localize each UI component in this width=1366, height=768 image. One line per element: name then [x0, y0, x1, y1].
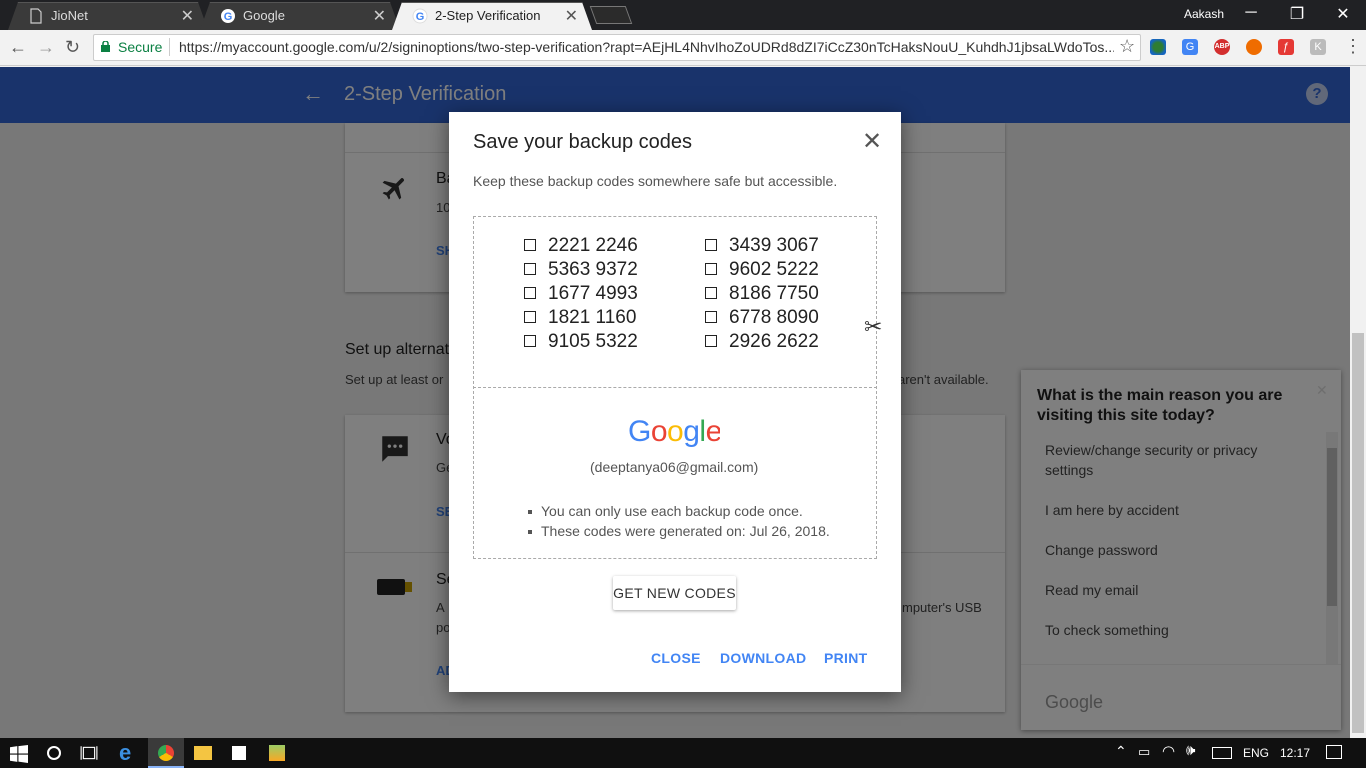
- checkbox-icon: [705, 239, 717, 251]
- account-email: (deeptanya06@gmail.com): [590, 459, 759, 475]
- close-icon[interactable]: ✕: [862, 127, 882, 156]
- backup-code: 9105 5322: [524, 331, 638, 353]
- backup-code: 3439 3067: [705, 235, 819, 257]
- checkbox-icon: [524, 239, 536, 251]
- backup-code: 1677 4993: [524, 283, 638, 305]
- tray-expand-icon[interactable]: ⌃: [1115, 743, 1127, 760]
- tab-2-step-verification[interactable]: G 2-Step Verification ✕: [392, 2, 592, 30]
- page-scroll-thumb[interactable]: [1352, 333, 1364, 733]
- dialog-title: Save your backup codes: [473, 131, 693, 153]
- checkbox-icon: [524, 311, 536, 323]
- close-window-icon[interactable]: ✕: [1328, 4, 1358, 24]
- basketball-icon[interactable]: [1246, 39, 1262, 55]
- checkbox-icon: [705, 287, 717, 299]
- backup-code: 9602 5222: [705, 259, 819, 281]
- flash-icon[interactable]: ƒ: [1278, 39, 1294, 55]
- adblock-plus-icon[interactable]: ABP: [1214, 39, 1230, 55]
- bookmark-star-icon[interactable]: ☆: [1119, 36, 1135, 57]
- profile-name[interactable]: Aakash: [1184, 7, 1224, 21]
- tab-google[interactable]: G Google ✕: [200, 2, 400, 30]
- keyboard-icon[interactable]: [1212, 747, 1232, 759]
- file-explorer-icon[interactable]: [194, 746, 212, 760]
- minimize-icon[interactable]: ─: [1236, 4, 1266, 22]
- backup-code: 6778 8090: [705, 307, 819, 329]
- chrome-icon: [158, 745, 174, 761]
- tab-title: 2-Step Verification: [435, 8, 541, 23]
- restore-icon[interactable]: ❐: [1282, 4, 1312, 24]
- sticky-notes-icon[interactable]: [232, 746, 246, 760]
- dialog-subtitle: Keep these backup codes somewhere safe b…: [473, 173, 838, 189]
- battery-icon[interactable]: ▭: [1138, 744, 1150, 760]
- checkbox-icon: [705, 311, 717, 323]
- backup-code: 5363 9372: [524, 259, 638, 281]
- clock[interactable]: 12:17: [1280, 746, 1310, 760]
- svg-text:G: G: [416, 11, 425, 23]
- tab-title: Google: [243, 8, 285, 23]
- lock-icon: [101, 41, 110, 52]
- close-tab-icon[interactable]: ✕: [565, 6, 578, 26]
- google-logo: Google: [628, 415, 720, 448]
- backup-code: 8186 7750: [705, 283, 819, 305]
- page-icon: [30, 8, 42, 24]
- tab-jionet[interactable]: JioNet ✕: [8, 2, 208, 30]
- search-icon[interactable]: [47, 746, 61, 760]
- get-new-codes-button[interactable]: GET NEW CODES: [613, 576, 736, 610]
- survey-dim: [1021, 370, 1341, 730]
- checkbox-icon: [524, 263, 536, 275]
- backup-code: 2221 2246: [524, 235, 638, 257]
- bullet: [528, 530, 532, 534]
- close-button[interactable]: CLOSE: [651, 650, 701, 666]
- close-tab-icon[interactable]: ✕: [181, 6, 194, 26]
- checkbox-icon: [524, 287, 536, 299]
- checkbox-icon: [705, 263, 717, 275]
- svg-text:Google: Google: [628, 415, 720, 448]
- windows-start-icon[interactable]: [10, 745, 28, 763]
- backup-code: 2926 2622: [705, 331, 819, 353]
- google-icon: G: [412, 8, 428, 24]
- google-icon: G: [221, 9, 235, 23]
- svg-text:G: G: [224, 11, 233, 23]
- language-indicator[interactable]: ENG: [1243, 746, 1269, 760]
- google-translate-icon[interactable]: G: [1182, 39, 1198, 55]
- code-note: These codes were generated on: Jul 26, 2…: [541, 523, 830, 539]
- bluestacks-icon[interactable]: [269, 745, 285, 761]
- task-view-icon[interactable]: [80, 744, 98, 762]
- checkbox-icon: [524, 335, 536, 347]
- action-center-icon[interactable]: [1326, 745, 1342, 759]
- back-arrow-icon[interactable]: ←: [9, 37, 27, 58]
- codes-divider: [473, 387, 877, 388]
- backup-code: 1821 1160: [524, 307, 636, 329]
- download-button[interactable]: DOWNLOAD: [720, 650, 806, 666]
- k-extension-icon[interactable]: K: [1310, 39, 1326, 55]
- edge-icon[interactable]: e: [119, 740, 131, 766]
- globe-extension-icon[interactable]: [1150, 39, 1166, 55]
- print-button[interactable]: PRINT: [824, 650, 868, 666]
- chrome-menu-icon[interactable]: ⋮: [1344, 36, 1362, 57]
- code-note: You can only use each backup code once.: [541, 503, 803, 519]
- forward-arrow-icon[interactable]: →: [37, 37, 55, 58]
- url-text[interactable]: https://myaccount.google.com/u/2/signino…: [179, 39, 1114, 55]
- bullet: [528, 510, 532, 514]
- secure-label[interactable]: Secure: [118, 39, 162, 55]
- tab-title: JioNet: [51, 8, 88, 23]
- wifi-icon[interactable]: ◠: [1162, 742, 1175, 760]
- reload-icon[interactable]: ↻: [65, 37, 80, 58]
- volume-icon[interactable]: 🕪: [1186, 742, 1195, 759]
- scissors-icon: ✂: [864, 314, 883, 339]
- address-divider: [169, 38, 170, 56]
- close-tab-icon[interactable]: ✕: [373, 6, 386, 26]
- new-tab-button[interactable]: [589, 6, 633, 24]
- checkbox-icon: [705, 335, 717, 347]
